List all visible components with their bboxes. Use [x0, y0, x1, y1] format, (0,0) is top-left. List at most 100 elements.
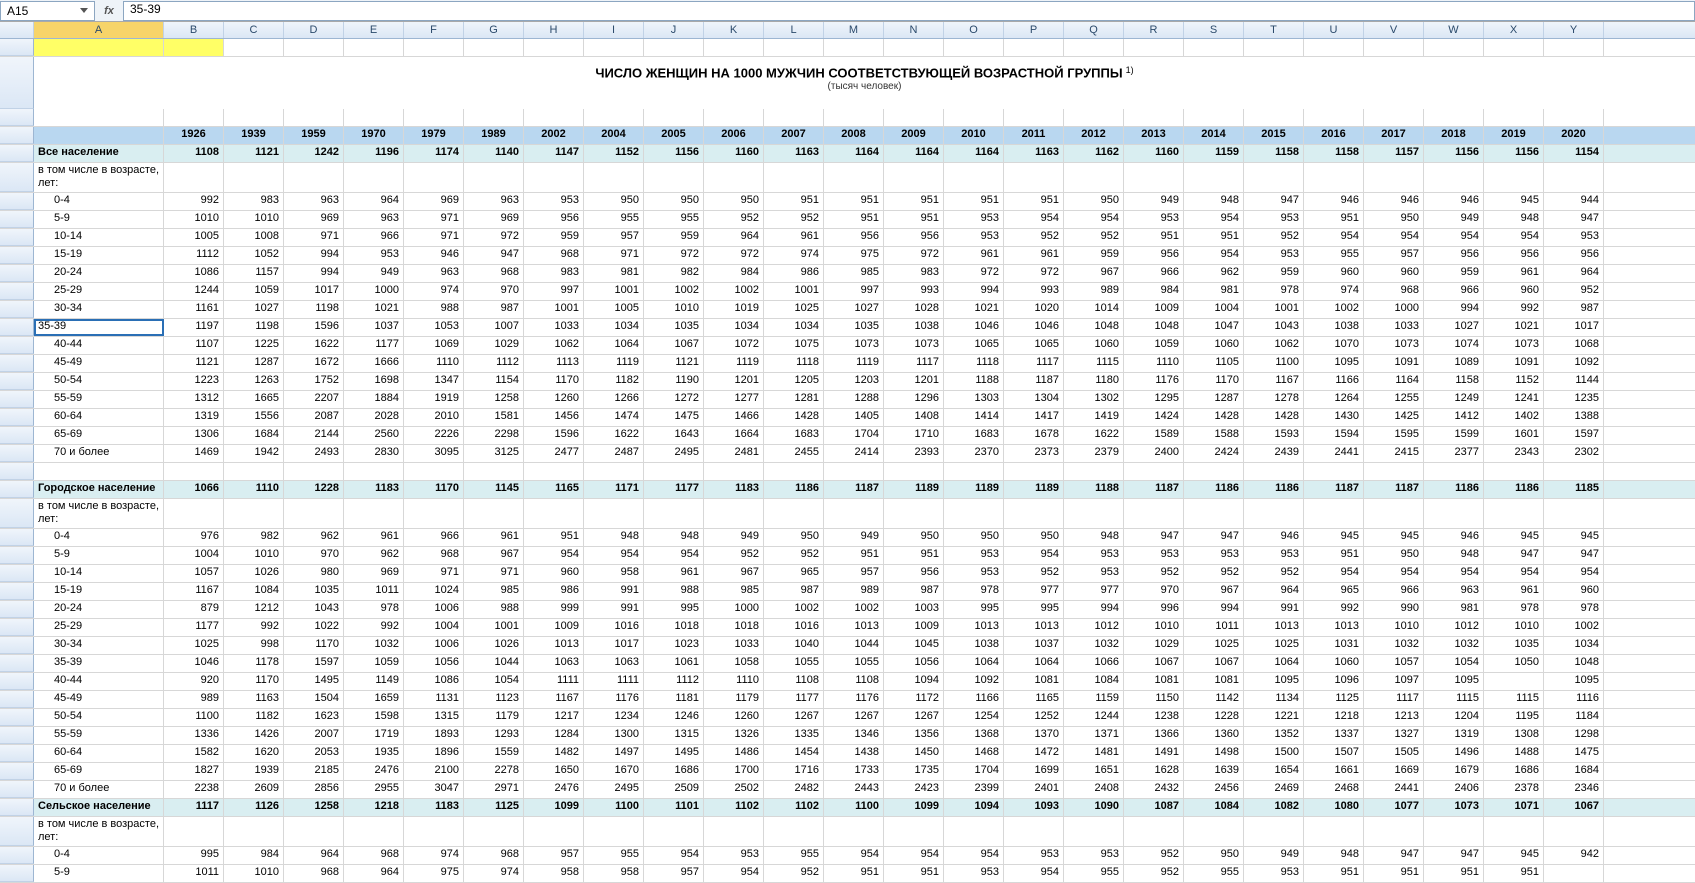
- data-cell: 1315: [404, 709, 464, 726]
- col-head-E[interactable]: E: [344, 22, 404, 38]
- data-cell: 1228: [1184, 709, 1244, 726]
- data-cell: 1061: [644, 655, 704, 672]
- col-head-T[interactable]: T: [1244, 22, 1304, 38]
- data-cell: 1180: [1064, 373, 1124, 390]
- col-head-F[interactable]: F: [404, 22, 464, 38]
- data-cell: 1287: [1184, 391, 1244, 408]
- data-cell: 1035: [644, 319, 704, 336]
- col-head-D[interactable]: D: [284, 22, 344, 38]
- col-head-O[interactable]: O: [944, 22, 1004, 38]
- col-head-S[interactable]: S: [1184, 22, 1244, 38]
- data-row: 65-6913061684214425602226229815961622164…: [0, 427, 1695, 445]
- row-label: 35-39: [34, 655, 164, 672]
- data-cell: 1733: [824, 763, 884, 780]
- data-cell: 968: [464, 265, 524, 282]
- col-head-U[interactable]: U: [1304, 22, 1364, 38]
- data-cell: 1035: [1484, 637, 1544, 654]
- data-cell: 947: [1544, 547, 1604, 564]
- data-cell: 971: [284, 229, 344, 246]
- data-cell: 1013: [944, 619, 1004, 636]
- col-head-P[interactable]: P: [1004, 22, 1064, 38]
- data-cell: 996: [1124, 601, 1184, 618]
- data-cell: 1150: [1124, 691, 1184, 708]
- data-cell: 1100: [1244, 355, 1304, 372]
- data-cell: 953: [1184, 547, 1244, 564]
- data-cell: 1055: [824, 655, 884, 672]
- data-cell: 1170: [1184, 373, 1244, 390]
- data-cell: 946: [1424, 529, 1484, 546]
- data-row: 0-49929839639649699639539509509509519519…: [0, 193, 1695, 211]
- data-cell: 1260: [704, 709, 764, 726]
- data-cell: 1067: [1124, 655, 1184, 672]
- data-cell: 1003: [884, 601, 944, 618]
- data-cell: 987: [1544, 301, 1604, 318]
- data-cell: 1201: [884, 373, 944, 390]
- data-cell: 954: [1424, 229, 1484, 246]
- col-head-Q[interactable]: Q: [1064, 22, 1124, 38]
- data-cell: 952: [1124, 865, 1184, 882]
- data-cell: 2010: [404, 409, 464, 426]
- data-cell: 993: [884, 283, 944, 300]
- data-cell: 1119: [824, 355, 884, 372]
- data-cell: 1198: [284, 301, 344, 318]
- col-head-A[interactable]: A: [34, 22, 164, 38]
- col-head-Y[interactable]: Y: [1544, 22, 1604, 38]
- col-head-N[interactable]: N: [884, 22, 944, 38]
- fx-icon[interactable]: fx: [95, 5, 123, 17]
- data-cell: 969: [284, 211, 344, 228]
- col-head-B[interactable]: B: [164, 22, 224, 38]
- col-head-R[interactable]: R: [1124, 22, 1184, 38]
- data-cell: 1187: [824, 481, 884, 498]
- data-cell: 1664: [704, 427, 764, 444]
- data-cell: 950: [704, 193, 764, 210]
- col-head-J[interactable]: J: [644, 22, 704, 38]
- data-cell: 948: [1484, 211, 1544, 228]
- data-cell: 1935: [344, 745, 404, 762]
- data-cell: 952: [764, 865, 824, 882]
- data-cell: 1075: [764, 337, 824, 354]
- data-cell: 952: [1124, 847, 1184, 864]
- col-head-X[interactable]: X: [1484, 22, 1544, 38]
- data-cell: 1412: [1424, 409, 1484, 426]
- data-cell: 985: [704, 583, 764, 600]
- data-cell: 1110: [704, 673, 764, 690]
- col-head-H[interactable]: H: [524, 22, 584, 38]
- data-cell: 1218: [344, 799, 404, 816]
- title-footnote: 1): [1126, 65, 1134, 75]
- data-cell: 1000: [1364, 301, 1424, 318]
- data-cell: 1213: [1364, 709, 1424, 726]
- data-cell: 950: [1184, 847, 1244, 864]
- data-cell: 964: [344, 193, 404, 210]
- data-cell: 1097: [1364, 673, 1424, 690]
- data-row: 50-5412231263175216981347115411701182119…: [0, 373, 1695, 391]
- data-cell: 1064: [944, 655, 1004, 672]
- row-label: 20-24: [34, 601, 164, 618]
- data-cell: 1170: [404, 481, 464, 498]
- col-head-W[interactable]: W: [1424, 22, 1484, 38]
- col-head-V[interactable]: V: [1364, 22, 1424, 38]
- data-cell: 1089: [1424, 355, 1484, 372]
- data-cell: 1056: [884, 655, 944, 672]
- col-head-C[interactable]: C: [224, 22, 284, 38]
- name-box[interactable]: A15: [0, 1, 95, 21]
- col-head-G[interactable]: G: [464, 22, 524, 38]
- data-cell: 1218: [1304, 709, 1364, 726]
- data-cell: 947: [1364, 847, 1424, 864]
- col-head-L[interactable]: L: [764, 22, 824, 38]
- data-cell: 1022: [284, 619, 344, 636]
- data-cell: 1242: [284, 145, 344, 162]
- col-head-I[interactable]: I: [584, 22, 644, 38]
- data-cell: 951: [1484, 865, 1544, 882]
- data-cell: 1017: [584, 637, 644, 654]
- formula-input[interactable]: 35-39: [123, 1, 1695, 21]
- data-cell: 1081: [1124, 673, 1184, 690]
- col-head-M[interactable]: M: [824, 22, 884, 38]
- data-cell: 1468: [944, 745, 1004, 762]
- data-cell: 1119: [704, 355, 764, 372]
- data-cell: 1017: [1544, 319, 1604, 336]
- row-label: Сельское население: [34, 799, 164, 816]
- col-head-K[interactable]: K: [704, 22, 764, 38]
- data-cell: 955: [584, 211, 644, 228]
- data-cell: 1599: [1424, 427, 1484, 444]
- data-cell: 984: [1124, 283, 1184, 300]
